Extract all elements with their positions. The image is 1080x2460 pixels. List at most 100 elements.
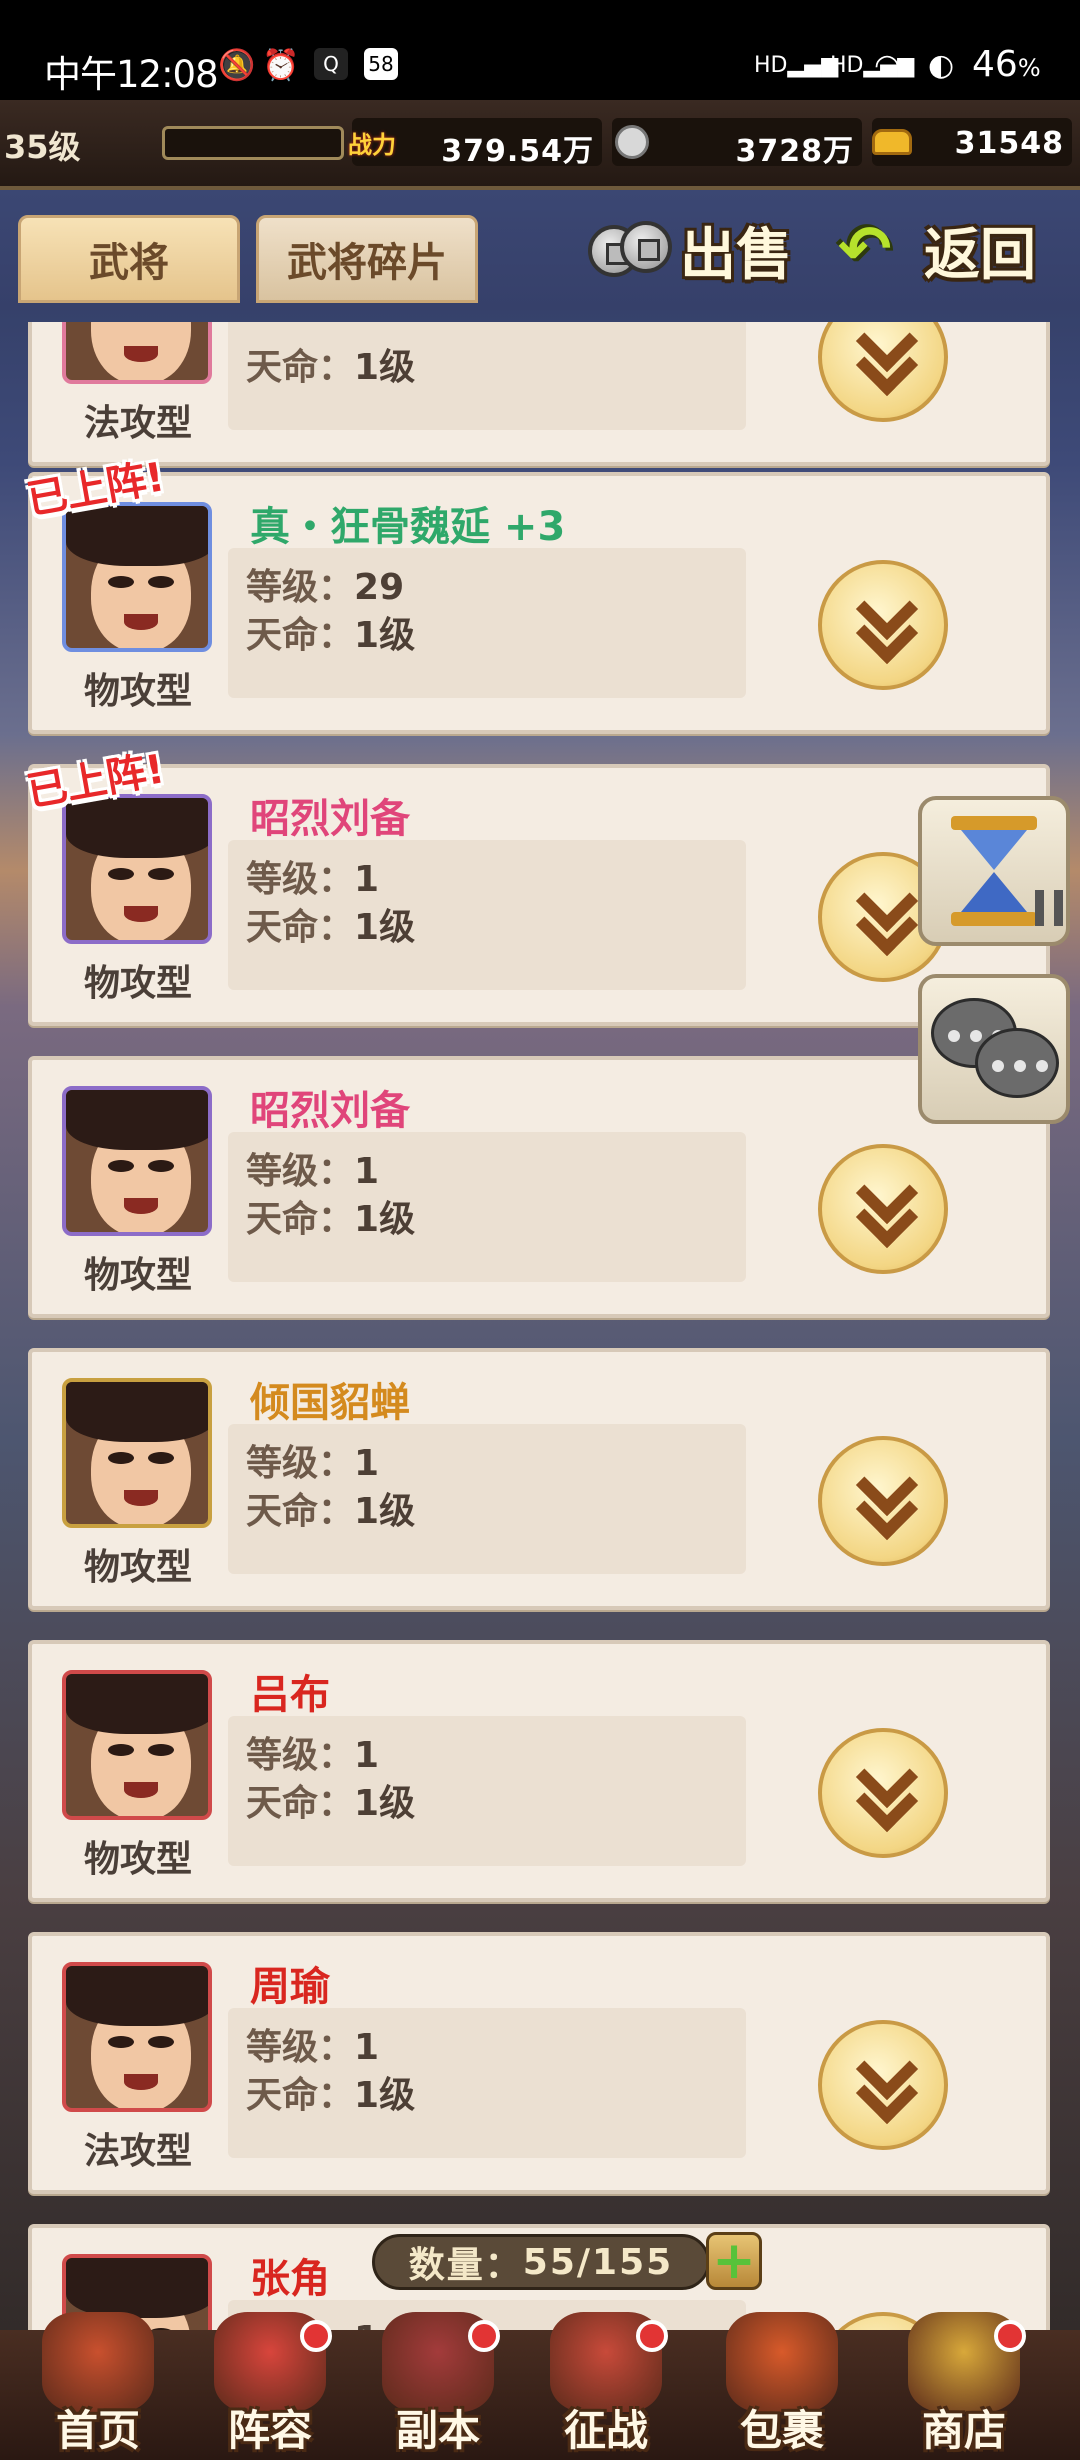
tab-general-fragments[interactable]: 武将碎片	[256, 215, 478, 303]
general-portrait[interactable]	[62, 1962, 212, 2112]
general-list[interactable]: 法攻型 天命：1级 已上阵! 物攻型 真・狂骨魏延 +3 等级：29 天命：1级 已上阵! 物攻…	[0, 322, 1080, 2332]
chat-button[interactable]	[918, 974, 1070, 1124]
general-name: 昭烈刘备	[250, 1088, 410, 1134]
expand-button[interactable]	[818, 322, 948, 422]
level-label: 等级：	[246, 859, 355, 900]
hourglass-icon	[951, 816, 1063, 926]
level-row: 等级：1	[246, 1726, 379, 1778]
general-card[interactable]: 物攻型 昭烈刘备 等级：1 天命：1级	[28, 1056, 1050, 1318]
silver-coin-icon	[606, 120, 658, 164]
speed-hourglass-button[interactable]	[918, 796, 1070, 946]
fate-label: 天命：	[246, 2075, 355, 2116]
general-info: 等级：1 天命：1级	[228, 1132, 746, 1282]
signal-icon-2: HD ▂▄▆	[830, 52, 915, 78]
sell-button[interactable]: 出售	[588, 210, 792, 290]
general-card[interactable]: 已上阵! 物攻型 昭烈刘备 等级：1 天命：1级	[24, 746, 1050, 1026]
nav-item[interactable]: 商店	[884, 2312, 1044, 2460]
nav-item[interactable]: 包裹	[702, 2312, 862, 2460]
back-label: 返回	[924, 222, 1036, 288]
level-label: 等级：	[246, 567, 355, 608]
fate-value: 1级	[354, 347, 416, 388]
gold-value: 31548	[954, 126, 1064, 161]
general-type: 物攻型	[83, 963, 192, 1004]
general-card[interactable]: 已上阵! 物攻型 真・狂骨魏延 +3 等级：29 天命：1级	[24, 454, 1050, 734]
resource-bar: 35级 战力 379.54万 3728万 31548	[0, 100, 1080, 190]
expand-button[interactable]	[818, 560, 948, 690]
gold-ingot-icon	[866, 120, 918, 164]
fate-row: 天命：1级	[246, 1774, 415, 1826]
plus-icon: +	[712, 2231, 756, 2291]
general-portrait[interactable]	[62, 502, 212, 652]
general-card[interactable]: 法攻型 天命：1级	[28, 322, 1050, 466]
fate-label: 天命：	[246, 1491, 355, 1532]
expand-button[interactable]	[818, 1436, 948, 1566]
general-info: 等级：1 天命：1级	[228, 2008, 746, 2158]
level-row: 等级：29	[246, 558, 404, 610]
tab-generals[interactable]: 武将	[18, 215, 240, 303]
fate-value: 1级	[354, 615, 416, 656]
general-portrait[interactable]	[62, 1086, 212, 1236]
general-count: 数量： 55/155	[372, 2234, 710, 2290]
general-portrait[interactable]	[62, 1670, 212, 1820]
fate-label: 天命：	[246, 615, 355, 656]
notification-dot	[994, 2320, 1026, 2352]
general-portrait[interactable]	[62, 322, 212, 384]
general-card[interactable]: 物攻型 倾国貂蝉 等级：1 天命：1级	[28, 1348, 1050, 1610]
nav-item[interactable]: 阵容	[190, 2312, 350, 2460]
expand-capacity-button[interactable]: +	[706, 2232, 762, 2290]
general-info: 等级：1 天命：1级	[228, 1424, 746, 1574]
battery-level: 46%	[972, 44, 1041, 85]
general-name: 吕布	[250, 1672, 330, 1718]
fate-value: 1级	[354, 1783, 416, 1824]
general-type: 物攻型	[83, 1547, 192, 1588]
notification-dot	[636, 2320, 668, 2352]
fate-row: 天命：1级	[246, 1482, 415, 1534]
back-arrow-icon: ↶	[838, 213, 892, 287]
general-name: 周瑜	[250, 1964, 330, 2010]
level-value: 1	[354, 2027, 380, 2068]
signal-icon: HD ▂▄▆	[754, 52, 839, 78]
general-type: 法攻型	[83, 2131, 192, 2172]
level-row: 等级：1	[246, 2018, 379, 2070]
combat-power-slot: 战力 379.54万	[348, 118, 602, 169]
fate-label: 天命：	[246, 347, 355, 388]
level-label: 等级：	[246, 1151, 355, 1192]
fate-value: 1级	[354, 1199, 416, 1240]
nav-label: 征战	[563, 2406, 648, 2455]
nav-label: 商店	[921, 2406, 1006, 2455]
double-chevron-down-icon	[851, 2053, 915, 2117]
expand-button[interactable]	[818, 1144, 948, 1274]
level-value: 29	[354, 567, 405, 608]
nav-item[interactable]: 副本	[358, 2312, 518, 2460]
nav-label: 包裹	[739, 2406, 824, 2455]
combat-label: 战力	[348, 130, 396, 159]
general-portrait[interactable]	[62, 794, 212, 944]
fate-row: 天命：1级	[246, 2066, 415, 2118]
fate-label: 天命：	[246, 1199, 355, 1240]
qq-icon: Q	[314, 48, 348, 80]
general-name: 张角	[250, 2256, 330, 2302]
fate-value: 1级	[354, 1491, 416, 1532]
coins-icon	[588, 215, 676, 285]
combat-power-value: 379.54万	[441, 134, 594, 169]
expand-button[interactable]	[818, 1728, 948, 1858]
fate-label: 天命：	[246, 907, 355, 948]
count-label: 数量：	[408, 2245, 523, 2286]
nav-item[interactable]: 征战	[526, 2312, 686, 2460]
nav-item[interactable]: 首页	[18, 2312, 178, 2460]
level-row: 等级：1	[246, 1434, 379, 1486]
general-card[interactable]: 物攻型 吕布 等级：1 天命：1级	[28, 1640, 1050, 1902]
level-row: 等级：1	[246, 1142, 379, 1194]
general-portrait[interactable]	[62, 1378, 212, 1528]
general-type: 物攻型	[83, 1255, 192, 1296]
battery-icon: ◐	[928, 47, 955, 83]
player-level: 35级	[4, 128, 81, 166]
general-card[interactable]: 法攻型 周瑜 等级：1 天命：1级	[28, 1932, 1050, 2194]
fate-row: 天命：1级	[246, 1190, 415, 1242]
silver-value: 3728万	[735, 134, 854, 169]
back-button[interactable]: ↶ 返回	[838, 210, 1036, 290]
level-label: 等级：	[246, 1443, 355, 1484]
expand-button[interactable]	[818, 2020, 948, 2150]
level-value: 1	[354, 1151, 380, 1192]
general-type: 法攻型	[83, 403, 192, 444]
